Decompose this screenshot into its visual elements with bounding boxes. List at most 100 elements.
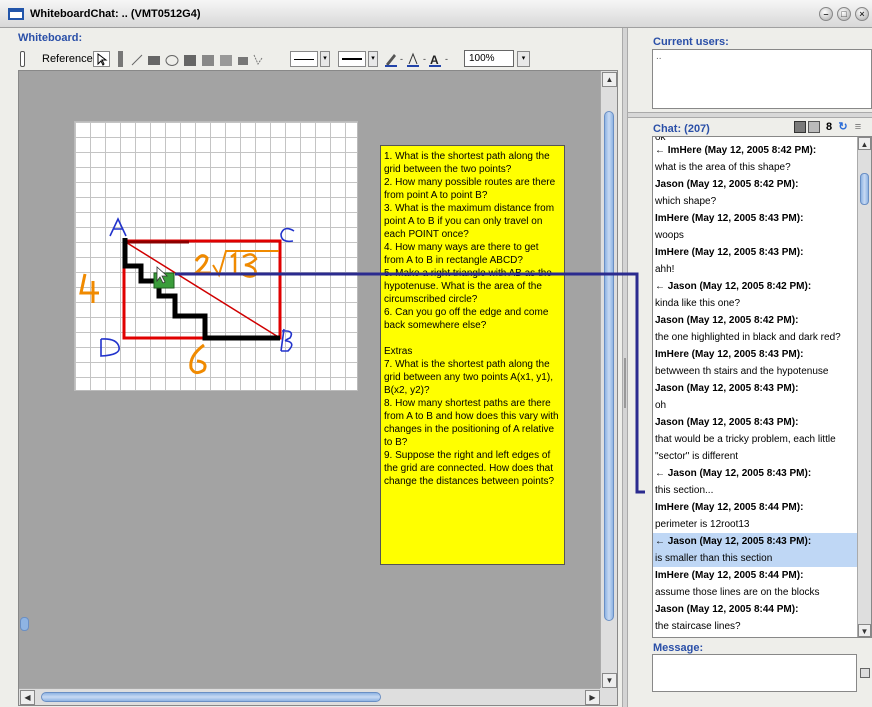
chat-message-body: woops [655, 230, 684, 241]
chevron-down-icon[interactable]: ▾ [368, 51, 378, 67]
chat-message[interactable]: Jason (May 12, 2005 8:44 PM): the stairca… [653, 601, 859, 635]
title-bar: WhiteboardChat: .. (VMT0512G4) – □ × [0, 0, 872, 28]
maximize-button[interactable]: □ [837, 7, 851, 21]
chat-message-header: ← Jason (May 12, 2005 8:42 PM): [655, 281, 812, 292]
chat-message-body: is smaller than this section [655, 553, 773, 564]
chat-message[interactable]: ImHere (May 12, 2005 8:43 PM): woops [653, 210, 859, 244]
chat-message-header: ImHere (May 12, 2005 8:45 PM): [653, 635, 859, 637]
chat-message-header: Jason (May 12, 2005 8:43 PM): [655, 417, 799, 428]
whiteboard-canvas-frame: 1. What is the shortest path along the g… [18, 70, 618, 706]
chat-message-header: ImHere (May 12, 2005 8:43 PM): [655, 349, 804, 360]
message-input[interactable] [652, 654, 857, 692]
line-width-select[interactable] [338, 51, 366, 67]
vertical-scroll-thumb[interactable] [604, 111, 614, 621]
svg-text:A: A [430, 53, 439, 67]
chat-scrollbar[interactable]: ▲ ▼ [857, 137, 871, 637]
scroll-left-icon[interactable]: ◀ [20, 690, 35, 705]
canvas-horizontal-scrollbar[interactable]: ◀ ▶ [19, 688, 601, 705]
list-icon[interactable] [808, 121, 820, 133]
chat-message[interactable]: ImHere (May 12, 2005 8:43 PM): ahh! [653, 244, 859, 278]
question-note[interactable]: 1. What is the shortest path along the g… [380, 145, 565, 565]
chat-message-body: kinda like this one? [655, 298, 741, 309]
current-users-label: Current users: [653, 36, 729, 48]
side-marker [20, 617, 29, 631]
chat-message[interactable]: ImHere (May 12, 2005 8:43 PM): betwween t… [653, 346, 859, 380]
chat-message-body: what is the area of this shape? [655, 162, 791, 173]
scroll-right-icon[interactable]: ▶ [585, 690, 600, 705]
chat-message-header: Jason (May 12, 2005 8:42 PM): [655, 179, 799, 190]
scroll-down-icon[interactable]: ▼ [602, 673, 617, 688]
pin-icon[interactable] [20, 51, 25, 67]
chat-message-header: Jason (May 12, 2005 8:43 PM): [655, 383, 799, 394]
chat-message-header: Jason (May 12, 2005 8:42 PM): [655, 315, 799, 326]
chat-message-header: Jason (May 12, 2005 8:44 PM): [655, 604, 799, 615]
chat-message-header: ImHere (May 12, 2005 8:44 PM): [655, 502, 804, 513]
svg-text:-: - [423, 54, 426, 64]
side-panel: Current users: .. Chat: (207) 8 ↻ ≡ ok ←… [628, 28, 872, 707]
whiteboard-canvas[interactable]: 1. What is the shortest path along the g… [19, 71, 601, 689]
scroll-up-icon[interactable]: ▲ [602, 72, 617, 87]
send-icon[interactable] [860, 668, 870, 678]
chat-message[interactable]: ← Jason (May 12, 2005 8:43 PM): this sect… [653, 465, 859, 499]
chat-message-body: that would be a tricky problem, each lit… [655, 434, 836, 462]
chat-message[interactable]: ImHere (May 12, 2005 8:44 PM): assume tho… [653, 567, 859, 601]
chat-message-body: betwween th stairs and the hypotenuse [655, 366, 829, 377]
zoom-select[interactable]: 100% [464, 50, 514, 67]
chat-message-header: ImHere (May 12, 2005 8:43 PM): [655, 247, 804, 258]
reference-label: Reference [42, 53, 93, 65]
chat-message[interactable]: ← Jason (May 12, 2005 8:43 PM): is smalle… [653, 533, 859, 567]
chat-message-body: the staircase lines? [655, 621, 741, 632]
chat-message-header: ← Jason (May 12, 2005 8:43 PM): [655, 468, 812, 479]
chat-message[interactable]: Jason (May 12, 2005 8:43 PM): that would … [653, 414, 859, 465]
scroll-down-icon[interactable]: ▼ [858, 624, 871, 637]
chevron-down-icon[interactable]: ▾ [320, 51, 330, 67]
horizontal-scroll-thumb[interactable] [41, 692, 381, 702]
users-list[interactable]: .. [652, 49, 872, 109]
chat-messages: ok ← ImHere (May 12, 2005 8:42 PM): what … [653, 137, 859, 637]
whiteboard-toolbar: Reference ▾ ▾ - - A - 100% ▾ [18, 48, 618, 70]
window-title: WhiteboardChat: .. (VMT0512G4) [30, 8, 201, 20]
image-icon[interactable] [794, 121, 806, 133]
canvas-vertical-scrollbar[interactable]: ▲ ▼ [600, 71, 617, 689]
chat-message-header: ImHere (May 12, 2005 8:43 PM): [655, 213, 804, 224]
chat-message-body: oh [655, 400, 667, 411]
chat-message-header: ← Jason (May 12, 2005 8:43 PM): [655, 536, 812, 547]
text-tool-icon[interactable] [118, 51, 123, 67]
svg-text:-: - [400, 54, 403, 64]
chat-message-header: ← ImHere (May 12, 2005 8:42 PM): [655, 145, 817, 156]
menu-icon[interactable]: ≡ [852, 121, 864, 133]
chat-message-body: assume those lines are on the blocks [655, 587, 820, 598]
chat-message-body: this section... [655, 485, 714, 496]
chat-message[interactable]: ImHere (May 12, 2005 8:45 PM):yeah [653, 635, 859, 637]
chat-message-body: which shape? [655, 196, 717, 207]
svg-text:-: - [445, 54, 448, 64]
window-icon [8, 8, 24, 20]
chat-message[interactable]: ← ImHere (May 12, 2005 8:42 PM): what is … [653, 142, 859, 176]
line-style-select[interactable] [290, 51, 318, 67]
panel-splitter[interactable] [628, 112, 872, 118]
chat-message[interactable]: ← Jason (May 12, 2005 8:42 PM): kinda lik… [653, 278, 859, 312]
chat-message[interactable]: Jason (May 12, 2005 8:43 PM): oh [653, 380, 859, 414]
whiteboard-label: Whiteboard: [18, 32, 83, 44]
chat-label: Chat: (207) [653, 123, 710, 135]
chat-message[interactable]: Jason (May 12, 2005 8:42 PM): which shape… [653, 176, 859, 210]
scroll-corner [600, 688, 617, 705]
minimize-button[interactable]: – [819, 7, 833, 21]
select-tool-icon[interactable] [93, 51, 110, 67]
user-item[interactable]: .. [656, 51, 868, 62]
chat-message[interactable]: Jason (May 12, 2005 8:42 PM): the one hig… [653, 312, 859, 346]
refresh-icon[interactable]: ↻ [837, 121, 849, 133]
close-button[interactable]: × [855, 7, 869, 21]
scroll-up-icon[interactable]: ▲ [858, 137, 871, 150]
chat-scroll-thumb[interactable] [860, 173, 869, 205]
chat-message-header: ImHere (May 12, 2005 8:44 PM): [655, 570, 804, 581]
person-icon[interactable]: 8 [823, 121, 835, 133]
message-label: Message: [653, 642, 704, 654]
chat-message-body: the one highlighted in black and dark re… [655, 332, 841, 343]
chat-message-body: perimeter is 12root13 [655, 519, 750, 530]
chat-message[interactable]: ImHere (May 12, 2005 8:44 PM): perimeter … [653, 499, 859, 533]
color-tools[interactable]: - - A - [383, 51, 463, 68]
chat-log[interactable]: ok ← ImHere (May 12, 2005 8:42 PM): what … [652, 136, 872, 638]
chevron-down-icon[interactable]: ▾ [517, 51, 530, 67]
chat-message-body: ahh! [655, 264, 675, 275]
